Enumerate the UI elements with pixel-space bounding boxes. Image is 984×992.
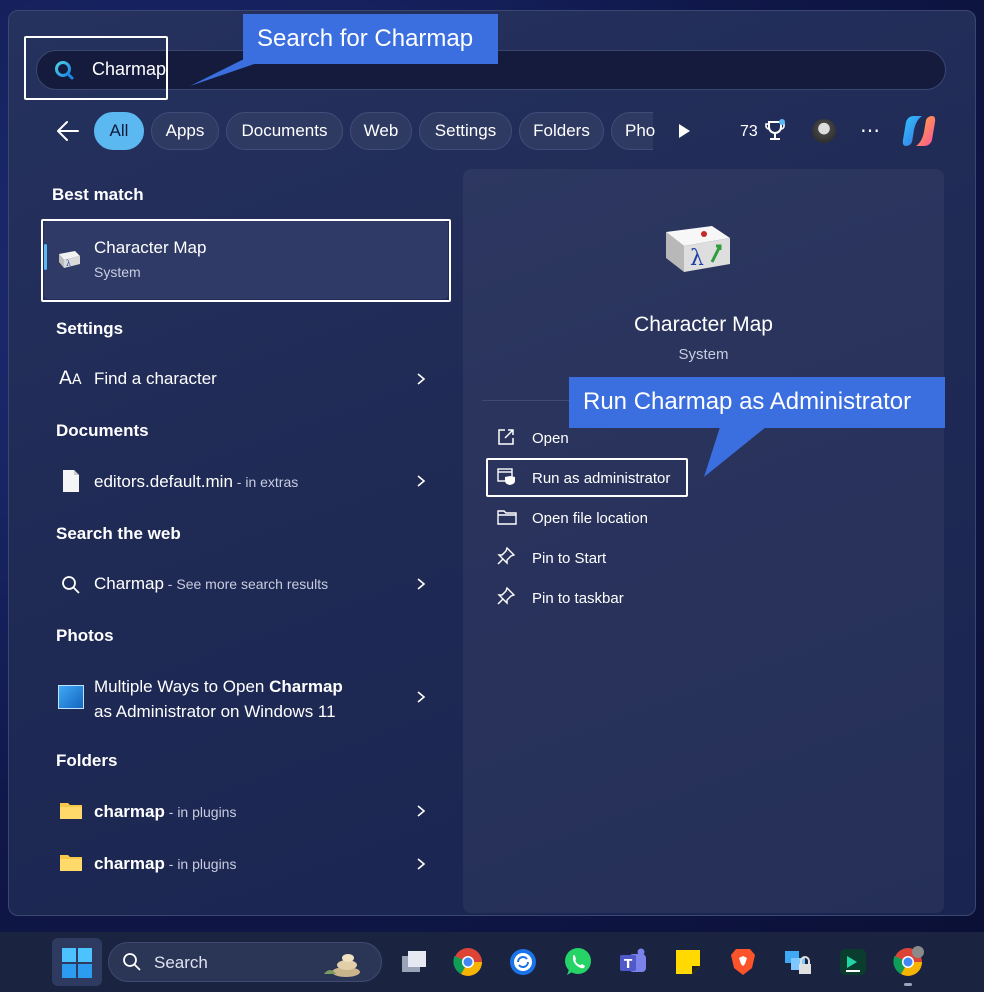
open-external-icon [498, 429, 514, 445]
document-file-icon [63, 470, 79, 492]
search-highlight-stones-icon [324, 954, 360, 977]
svg-text:λ: λ [66, 259, 71, 268]
folder-item-label: charmap - in plugins [94, 802, 237, 821]
document-item-label: editors.default.min - in extras [94, 472, 299, 491]
action-run-admin-label: Run as administrator [532, 470, 671, 487]
documents-heading: Documents [56, 421, 149, 440]
tab-all[interactable]: All [94, 112, 144, 150]
filmora-icon[interactable] [837, 946, 869, 978]
tab-settings[interactable]: Settings [419, 112, 512, 150]
folders-heading: Folders [56, 751, 118, 770]
search-icon [62, 576, 80, 594]
back-arrow-icon[interactable] [56, 120, 80, 142]
action-open-file-location-label: Open file location [532, 510, 648, 527]
folder-icon [60, 855, 82, 871]
callout-pointer-search [190, 60, 266, 86]
shield-admin-icon [497, 468, 515, 485]
best-match-title: Character Map [94, 238, 207, 257]
action-pin-taskbar-label: Pin to taskbar [532, 590, 624, 607]
photo-item-line1: Multiple Ways to Open Charmap [94, 677, 343, 696]
rewards-points: 73 [740, 123, 758, 140]
folder-item-label: charmap - in plugins [94, 854, 237, 873]
chrome-icon[interactable] [452, 946, 484, 978]
more-options-icon[interactable]: ⋯ [860, 118, 881, 143]
photo-item-line2: as Administrator on Windows 11 [94, 702, 336, 721]
best-match-heading: Best match [52, 185, 144, 204]
settings-heading: Settings [56, 319, 124, 338]
brave-icon[interactable] [727, 946, 759, 978]
teams-icon[interactable]: T [617, 946, 649, 978]
search-highlight-box [24, 36, 168, 100]
tab-photos[interactable]: Pho [611, 112, 655, 150]
chevron-right-icon [417, 578, 426, 590]
web-search-label: Charmap - See more search results [94, 574, 329, 593]
find-character-label: Find a character [94, 369, 217, 388]
detail-subtitle: System [678, 346, 729, 363]
chrome-profile-icon[interactable] [892, 946, 924, 978]
svg-text:T: T [624, 957, 633, 971]
tab-folders[interactable]: Folders [519, 112, 604, 150]
network-lock-icon[interactable] [782, 946, 814, 978]
task-view-icon[interactable] [398, 946, 430, 978]
action-pin-start-label: Pin to Start [532, 550, 607, 567]
taskbar-search-placeholder: Search [154, 953, 208, 972]
callout-search: Search for Charmap [243, 14, 498, 64]
photos-heading: Photos [56, 626, 114, 645]
font-character-icon: AA [59, 367, 82, 389]
whatsapp-icon[interactable] [562, 946, 594, 978]
tab-apps[interactable]: Apps [151, 112, 219, 150]
more-tabs-arrow-icon[interactable] [676, 122, 692, 140]
pin-icon [497, 547, 515, 565]
chevron-right-icon [417, 858, 426, 870]
best-match-subtitle: System [94, 264, 141, 280]
character-map-app-icon: λ [666, 226, 730, 272]
action-open-label: Open [532, 430, 569, 447]
detail-title: Character Map [634, 313, 773, 336]
folder-icon [497, 510, 517, 525]
trophy-icon[interactable] [764, 119, 786, 143]
search-icon [123, 953, 141, 971]
avatar[interactable] [812, 119, 836, 143]
tab-web[interactable]: Web [350, 112, 412, 150]
tab-documents[interactable]: Documents [226, 112, 343, 150]
best-match-highlight-box [41, 219, 451, 302]
chevron-right-icon [417, 475, 426, 487]
copilot-icon[interactable] [900, 112, 938, 150]
windows-logo-icon [62, 948, 92, 978]
folder-icon [60, 803, 82, 819]
pin-icon [497, 587, 515, 605]
sync-app-icon[interactable] [507, 946, 539, 978]
chevron-right-icon [417, 691, 426, 703]
chevron-right-icon [417, 373, 426, 385]
sticky-notes-icon[interactable] [672, 946, 704, 978]
chevron-right-icon [417, 805, 426, 817]
photo-thumbnail-icon [58, 685, 84, 709]
svg-text:λ: λ [690, 246, 704, 271]
character-map-small-icon: λ [59, 251, 80, 268]
search-web-heading: Search the web [56, 524, 181, 543]
active-app-indicator [904, 983, 912, 986]
